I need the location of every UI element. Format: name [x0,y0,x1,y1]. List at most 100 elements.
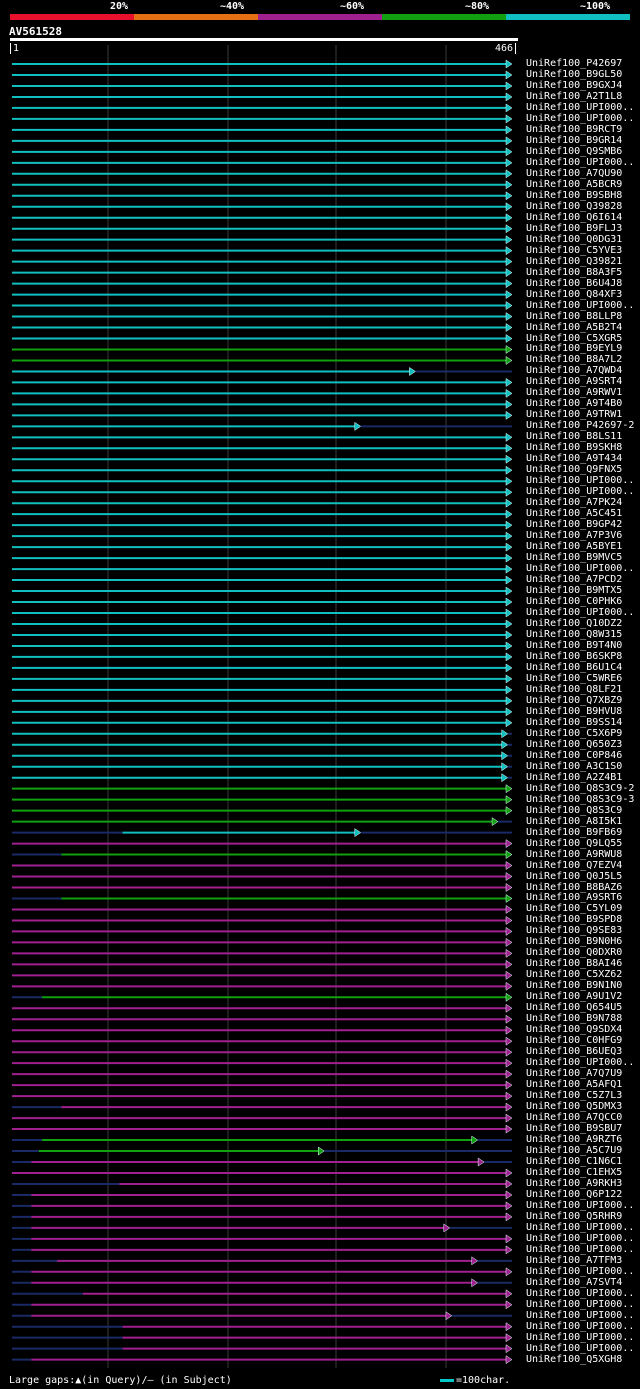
hit-label[interactable]: UniRef100_A9RKH3 [526,1178,622,1189]
hit-row[interactable] [12,828,512,838]
hit-row[interactable] [12,1289,513,1299]
hit-label[interactable]: UniRef100_Q0DXR0 [526,947,622,958]
hit-label[interactable]: UniRef100_Q5DMX3 [526,1101,622,1112]
hit-row[interactable] [12,1322,513,1332]
hit-label[interactable]: UniRef100_B9T4N0 [526,640,622,651]
hit-label[interactable]: UniRef100_Q8S3C9-3 [526,794,634,805]
hit-row[interactable] [12,334,513,343]
hit-row[interactable] [12,817,512,827]
hit-label[interactable]: UniRef100_C5YL09 [526,903,622,914]
hit-row[interactable] [12,59,513,69]
hit-row[interactable] [12,103,513,113]
hit-row[interactable] [12,399,513,409]
hit-row[interactable] [12,597,513,607]
hit-row[interactable] [12,301,513,311]
hit-label[interactable]: UniRef100_B9SPD8 [526,914,622,925]
hit-row[interactable] [12,1333,513,1343]
hit-label[interactable]: UniRef100_B9FB69 [526,827,622,838]
hit-row[interactable] [12,136,513,146]
hit-label[interactable]: UniRef100_A7QCC0 [526,1112,622,1123]
hit-row[interactable] [12,751,512,761]
hit-label[interactable]: UniRef100_Q9LQ55 [526,838,622,849]
hit-row[interactable] [12,1025,513,1035]
hit-label[interactable]: UniRef100_Q8LF21 [526,684,622,695]
hit-row[interactable] [12,388,513,398]
hit-label[interactable]: UniRef100_Q6I614 [526,212,622,223]
hit-row[interactable] [12,257,513,267]
hit-row[interactable] [12,279,513,289]
hit-label[interactable]: UniRef100_A9RZT6 [526,1134,622,1145]
hit-label[interactable]: UniRef100_A9T4B0 [526,398,622,409]
hit-row[interactable] [12,235,513,245]
hit-label[interactable]: UniRef100_UPI000.. [526,607,634,618]
hit-label[interactable]: UniRef100_B9SS14 [526,717,622,728]
hit-label[interactable]: UniRef100_A7P3V6 [526,530,622,541]
hit-label[interactable]: UniRef100_A7TFM3 [526,1255,622,1266]
hit-label[interactable]: UniRef100_UPI000.. [526,1310,634,1321]
hit-row[interactable] [12,1069,513,1079]
hit-row[interactable] [12,1300,513,1310]
hit-label[interactable]: UniRef100_Q650Z3 [526,739,622,750]
hit-row[interactable] [12,1135,512,1145]
hit-row[interactable] [12,268,513,278]
hit-row[interactable] [12,158,513,168]
hit-label[interactable]: UniRef100_Q39821 [526,256,622,267]
hit-label[interactable]: UniRef100_B8LLP8 [526,311,622,322]
hit-label[interactable]: UniRef100_UPI000.. [526,563,634,574]
hit-label[interactable]: UniRef100_Q9FNX5 [526,464,622,475]
hit-label[interactable]: UniRef100_A9U1V2 [526,991,622,1002]
hit-row[interactable] [12,904,513,914]
hit-label[interactable]: UniRef100_Q7EZV4 [526,860,622,871]
hit-label[interactable]: UniRef100_A7QU90 [526,168,622,179]
hit-label[interactable]: UniRef100_A9RWV1 [526,387,622,398]
hit-label[interactable]: UniRef100_Q5RHR9 [526,1211,622,1222]
hit-row[interactable] [12,476,513,486]
hit-label[interactable]: UniRef100_A5AFQ1 [526,1079,622,1090]
hit-label[interactable]: UniRef100_Q0DG31 [526,234,622,245]
hit-row[interactable] [12,169,513,179]
hit-row[interactable] [12,564,513,574]
hit-row[interactable] [12,509,513,519]
hit-row[interactable] [12,1113,513,1123]
hit-label[interactable]: UniRef100_B8BAZ6 [526,882,622,893]
hit-label[interactable]: UniRef100_UPI000.. [526,486,634,497]
hit-row[interactable] [12,1168,513,1178]
hit-label[interactable]: UniRef100_UPI000.. [526,1321,634,1332]
hit-label[interactable]: UniRef100_P42697 [526,58,622,69]
hit-label[interactable]: UniRef100_A5C451 [526,508,622,519]
hit-label[interactable]: UniRef100_A5BCR9 [526,179,622,190]
hit-row[interactable] [12,718,513,728]
hit-row[interactable] [12,465,513,475]
hit-label[interactable]: UniRef100_UPI000.. [526,300,634,311]
hit-label[interactable]: UniRef100_Q8S3C9 [526,805,622,816]
hit-row[interactable] [12,1146,512,1156]
hit-label[interactable]: UniRef100_C1EHX5 [526,1167,622,1178]
hit-row[interactable] [12,1003,513,1013]
hit-row[interactable] [12,663,513,673]
hit-label[interactable]: UniRef100_B9GXJ4 [526,80,622,91]
hit-row[interactable] [12,948,513,958]
hit-row[interactable] [12,1124,513,1134]
hit-row[interactable] [12,432,513,442]
hit-row[interactable] [12,1091,513,1101]
hit-row[interactable] [12,323,513,332]
hit-row[interactable] [12,498,513,508]
hit-label[interactable]: UniRef100_UPI000.. [526,1200,634,1211]
hit-label[interactable]: UniRef100_B9HVU8 [526,706,622,717]
hit-label[interactable]: UniRef100_B8LS11 [526,431,622,442]
hit-label[interactable]: UniRef100_B9GL50 [526,69,622,80]
hit-label[interactable]: UniRef100_B9GR14 [526,135,622,146]
hit-label[interactable]: UniRef100_UPI000.. [526,1233,634,1244]
hit-row[interactable] [12,1212,513,1222]
hit-row[interactable] [12,740,512,750]
hit-label[interactable]: UniRef100_UPI000.. [526,102,634,113]
hit-label[interactable]: UniRef100_A9SRT6 [526,892,622,903]
hit-row[interactable] [12,586,513,596]
hit-row[interactable] [12,1256,512,1266]
hit-label[interactable]: UniRef100_A9TRW1 [526,409,622,420]
hit-label[interactable]: UniRef100_A2T1L8 [526,91,622,102]
hit-row[interactable] [12,290,513,300]
hit-row[interactable] [12,850,513,860]
hit-row[interactable] [12,674,513,684]
hit-row[interactable] [12,1179,513,1189]
